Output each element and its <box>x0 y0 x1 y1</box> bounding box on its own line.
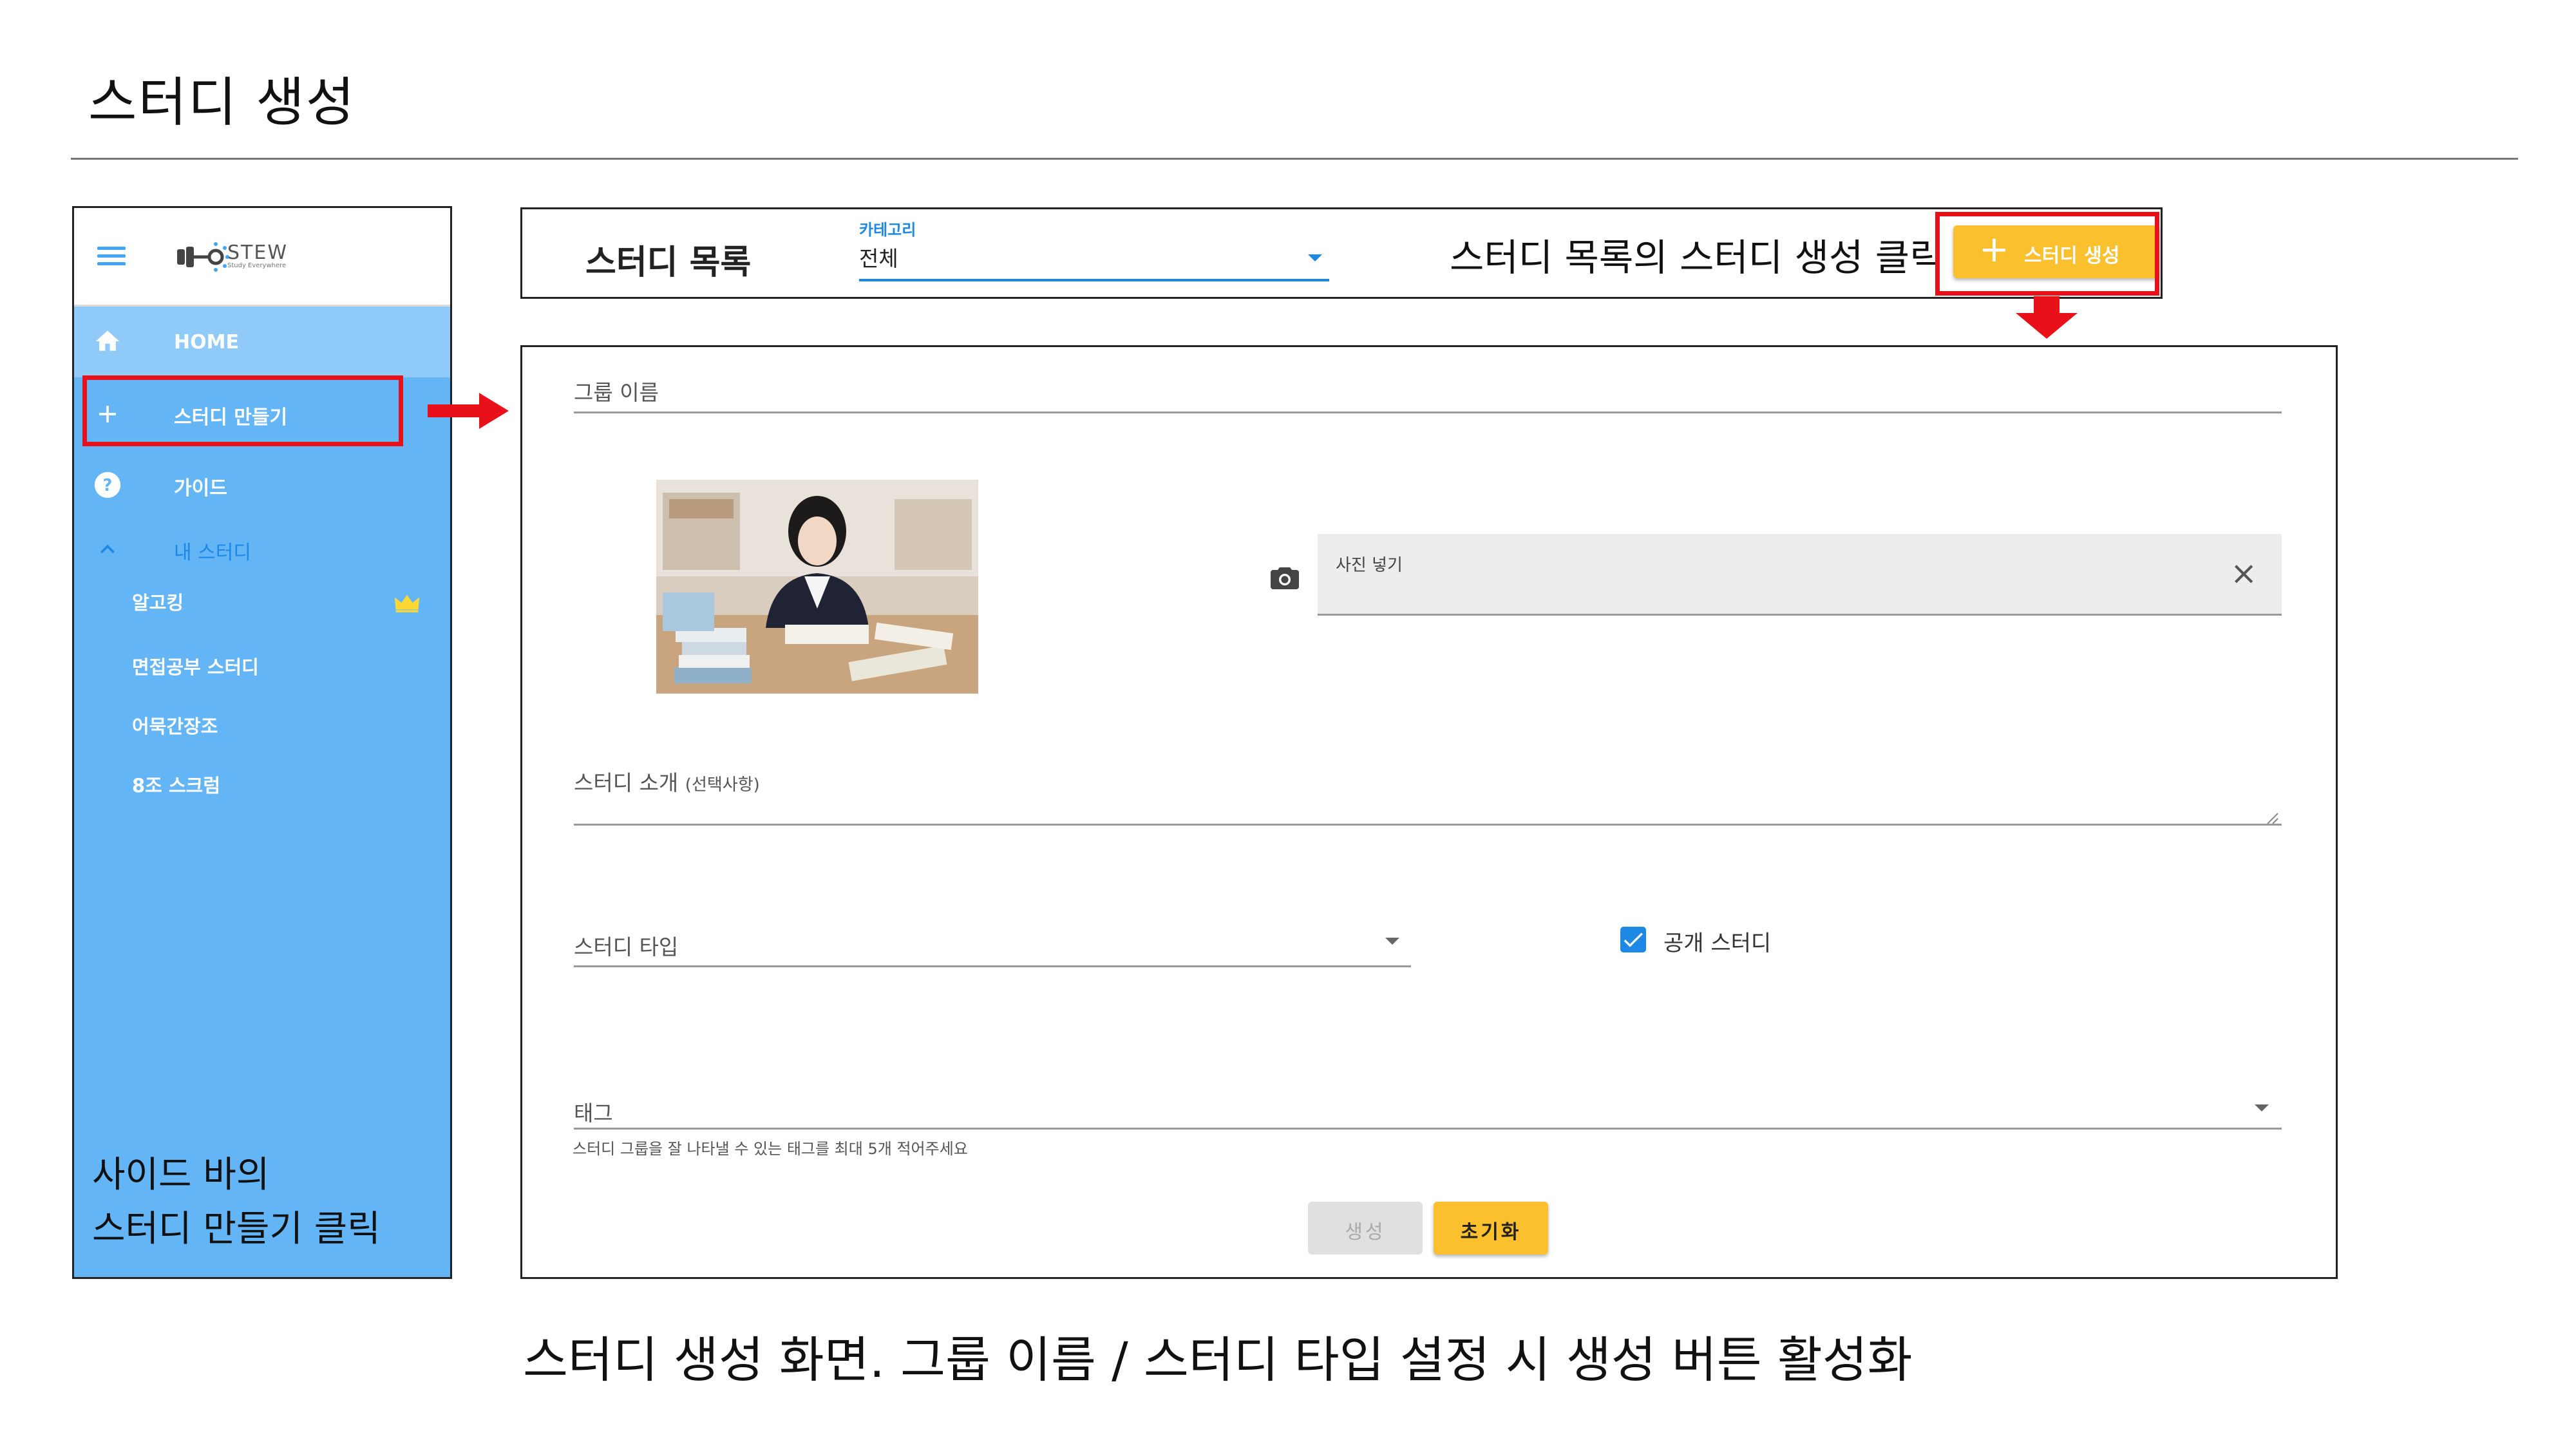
sidebar-item-home[interactable]: HOME <box>74 307 450 377</box>
sidebar-caption: 사이드 바의 스터디 만들기 클릭 <box>92 1148 381 1256</box>
crown-icon <box>394 594 420 612</box>
study-item-interview[interactable]: 면접공부 스터디 <box>132 652 259 679</box>
sidebar-header: STEW Study Everywhere <box>74 208 450 307</box>
study-list-bar: 스터디 목록 카테고리 전체 스터디 목록의 스터디 생성 클릭 + 스터디 생… <box>520 207 2163 299</box>
sidebar-item-label: 내 스터디 <box>174 542 251 564</box>
intro-textarea[interactable] <box>574 824 2282 826</box>
caret-down-icon[interactable] <box>2255 1104 2269 1112</box>
tag-hint: 스터디 그룹을 잘 나타낼 수 있는 태그를 최대 5개 적어주세요 <box>573 1140 968 1158</box>
sidebar-caption-line2: 스터디 만들기 클릭 <box>92 1208 381 1250</box>
caret-down-icon[interactable] <box>1385 938 1399 945</box>
sidebar-item-my-studies[interactable]: 내 스터디 <box>74 517 450 582</box>
create-button[interactable]: 생성 <box>1308 1202 1423 1255</box>
reset-button-label: 초기화 <box>1460 1221 1522 1244</box>
intro-label: 스터디 소개 (선택사항) <box>574 766 760 797</box>
study-list-title: 스터디 목록 <box>585 243 752 282</box>
camera-icon[interactable] <box>1269 564 1300 592</box>
photo-upload-field[interactable]: 사진 넣기 × <box>1318 534 2282 616</box>
intro-optional-text: (선택사항) <box>685 775 760 795</box>
sidebar: STEW Study Everywhere HOME 스터디 만들기 ? 가이드… <box>72 206 452 1279</box>
photo-field-label: 사진 넣기 <box>1336 556 1403 575</box>
page-title: 스터디 생성 <box>88 72 356 133</box>
public-study-checkbox[interactable] <box>1620 927 1646 952</box>
bottom-caption: 스터디 생성 화면. 그룹 이름 / 스터디 타입 설정 시 생성 버튼 활성화 <box>523 1331 1913 1388</box>
close-icon[interactable]: × <box>2230 557 2257 589</box>
study-item-algoking[interactable]: 알고킹 <box>132 588 184 615</box>
public-study-label: 공개 스터디 <box>1663 931 1772 956</box>
category-select[interactable]: 전체 <box>859 242 898 272</box>
study-photo-image <box>656 480 978 694</box>
check-icon <box>1624 933 1643 947</box>
logo-text: STEW <box>227 242 288 264</box>
title-divider <box>71 158 2518 160</box>
reset-button[interactable]: 초기화 <box>1434 1202 1548 1255</box>
study-type-label: 스터디 타입 <box>574 934 679 960</box>
svg-text:?: ? <box>103 476 113 495</box>
logo-subtitle: Study Everywhere <box>227 262 287 269</box>
category-label: 카테고리 <box>859 221 916 239</box>
down-arrow-icon <box>2016 296 2078 339</box>
highlight-box-create-button <box>1935 212 2159 296</box>
category-underline <box>859 279 1329 281</box>
tag-label: 태그 <box>574 1101 613 1126</box>
study-item-scrum[interactable]: 8조 스크럼 <box>132 771 220 798</box>
study-create-form: 그룹 이름 사진 넣기 × 스터디 소개 (선택사항) 스터디 타입 공개 스터… <box>520 345 2338 1279</box>
tag-input[interactable] <box>574 1128 2282 1130</box>
sidebar-item-guide[interactable]: ? 가이드 <box>74 453 450 517</box>
sidebar-caption-line1: 사이드 바의 <box>92 1154 270 1196</box>
chevron-up-icon <box>100 544 115 554</box>
hamburger-menu-icon[interactable] <box>97 247 126 266</box>
intro-label-text: 스터디 소개 <box>574 770 679 795</box>
home-icon <box>95 330 120 351</box>
list-instruction: 스터디 목록의 스터디 생성 클릭 <box>1450 236 1944 279</box>
resize-handle-icon[interactable] <box>2265 811 2279 825</box>
right-arrow-icon <box>428 393 509 429</box>
study-item-eomuk[interactable]: 어묵간장조 <box>132 712 218 739</box>
study-type-select[interactable] <box>574 965 1411 967</box>
highlight-box-sidebar <box>82 375 403 446</box>
group-name-label: 그룹 이름 <box>574 380 659 405</box>
sidebar-item-label: HOME <box>174 331 239 354</box>
create-button-label: 생성 <box>1345 1221 1386 1244</box>
caret-down-icon[interactable] <box>1308 254 1322 261</box>
group-name-input[interactable] <box>574 412 2282 413</box>
sidebar-item-label: 가이드 <box>174 477 227 500</box>
help-icon: ? <box>94 471 121 498</box>
